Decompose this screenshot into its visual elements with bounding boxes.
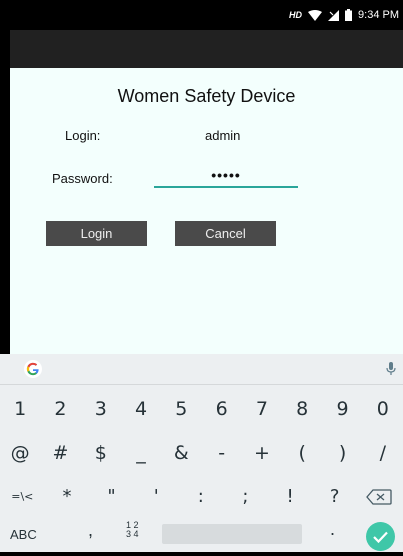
key-right-paren[interactable]: ) <box>322 436 362 470</box>
login-value[interactable]: admin <box>205 128 240 143</box>
key-plus[interactable]: + <box>242 436 282 470</box>
key-single-quote[interactable]: ' <box>134 481 179 513</box>
battery-icon <box>345 9 353 21</box>
password-field[interactable] <box>154 164 298 188</box>
key-8[interactable]: 8 <box>282 392 322 426</box>
key-slash[interactable]: / <box>363 436 403 470</box>
status-bar: HD 9:34 PM <box>0 0 403 30</box>
key-more-symbols[interactable]: =\< <box>0 481 45 513</box>
key-at[interactable]: @ <box>0 436 40 470</box>
key-5[interactable]: 5 <box>161 392 201 426</box>
key-3[interactable]: 3 <box>81 392 121 426</box>
key-6[interactable]: 6 <box>201 392 241 426</box>
login-form: Women Safety Device Login: admin Passwor… <box>10 68 403 354</box>
key-dollar[interactable]: $ <box>81 436 121 470</box>
checkmark-icon <box>373 531 388 544</box>
wifi-icon <box>308 9 323 21</box>
key-colon[interactable]: : <box>179 481 224 513</box>
google-icon[interactable] <box>24 360 42 378</box>
key-7[interactable]: 7 <box>242 392 282 426</box>
space-key[interactable] <box>162 524 302 544</box>
key-1[interactable]: 1 <box>0 392 40 426</box>
numpad-key-bottom: 3 4 <box>126 529 139 539</box>
abc-key[interactable]: ABC <box>10 527 37 542</box>
key-left-paren[interactable]: ( <box>282 436 322 470</box>
login-button[interactable]: Login <box>46 221 147 246</box>
password-label: Password: <box>52 171 113 186</box>
key-period[interactable]: . <box>330 519 335 540</box>
microphone-icon[interactable] <box>385 361 397 377</box>
login-label: Login: <box>65 128 101 143</box>
key-question[interactable]: ? <box>312 481 357 513</box>
key-underscore[interactable]: _ <box>121 436 161 470</box>
app-bar <box>10 30 403 68</box>
key-semicolon[interactable]: ; <box>223 481 268 513</box>
key-comma[interactable]: , <box>88 520 93 541</box>
keyboard-symbol-row-2: =\< * " ' : ; ! ? <box>0 481 357 513</box>
keyboard-number-row: 1 2 3 4 5 6 7 8 9 0 <box>0 392 403 426</box>
status-time: 9:34 PM <box>358 9 399 21</box>
enter-key[interactable] <box>366 522 395 551</box>
key-9[interactable]: 9 <box>322 392 362 426</box>
key-double-quote[interactable]: " <box>89 481 134 513</box>
app-title: Women Safety Device <box>117 86 296 106</box>
keyboard-toolbar <box>0 354 403 385</box>
keyboard-symbol-row-1: @ # $ _ & - + ( ) / <box>0 436 403 470</box>
key-asterisk[interactable]: * <box>45 481 90 513</box>
key-exclamation[interactable]: ! <box>268 481 313 513</box>
key-0[interactable]: 0 <box>363 392 403 426</box>
numpad-key[interactable]: 1 2 3 4 <box>126 521 139 539</box>
backspace-icon[interactable] <box>366 489 392 505</box>
key-2[interactable]: 2 <box>40 392 80 426</box>
key-hash[interactable]: # <box>40 436 80 470</box>
hd-indicator: HD <box>289 10 303 20</box>
key-ampersand[interactable]: & <box>161 436 201 470</box>
signal-icon <box>328 9 340 21</box>
cancel-button[interactable]: Cancel <box>175 221 276 246</box>
key-4[interactable]: 4 <box>121 392 161 426</box>
key-minus[interactable]: - <box>201 436 241 470</box>
soft-keyboard: 1 2 3 4 5 6 7 8 9 0 @ # $ _ & - + ( ) / … <box>0 354 403 552</box>
status-icons: HD 9:34 PM <box>289 0 399 30</box>
